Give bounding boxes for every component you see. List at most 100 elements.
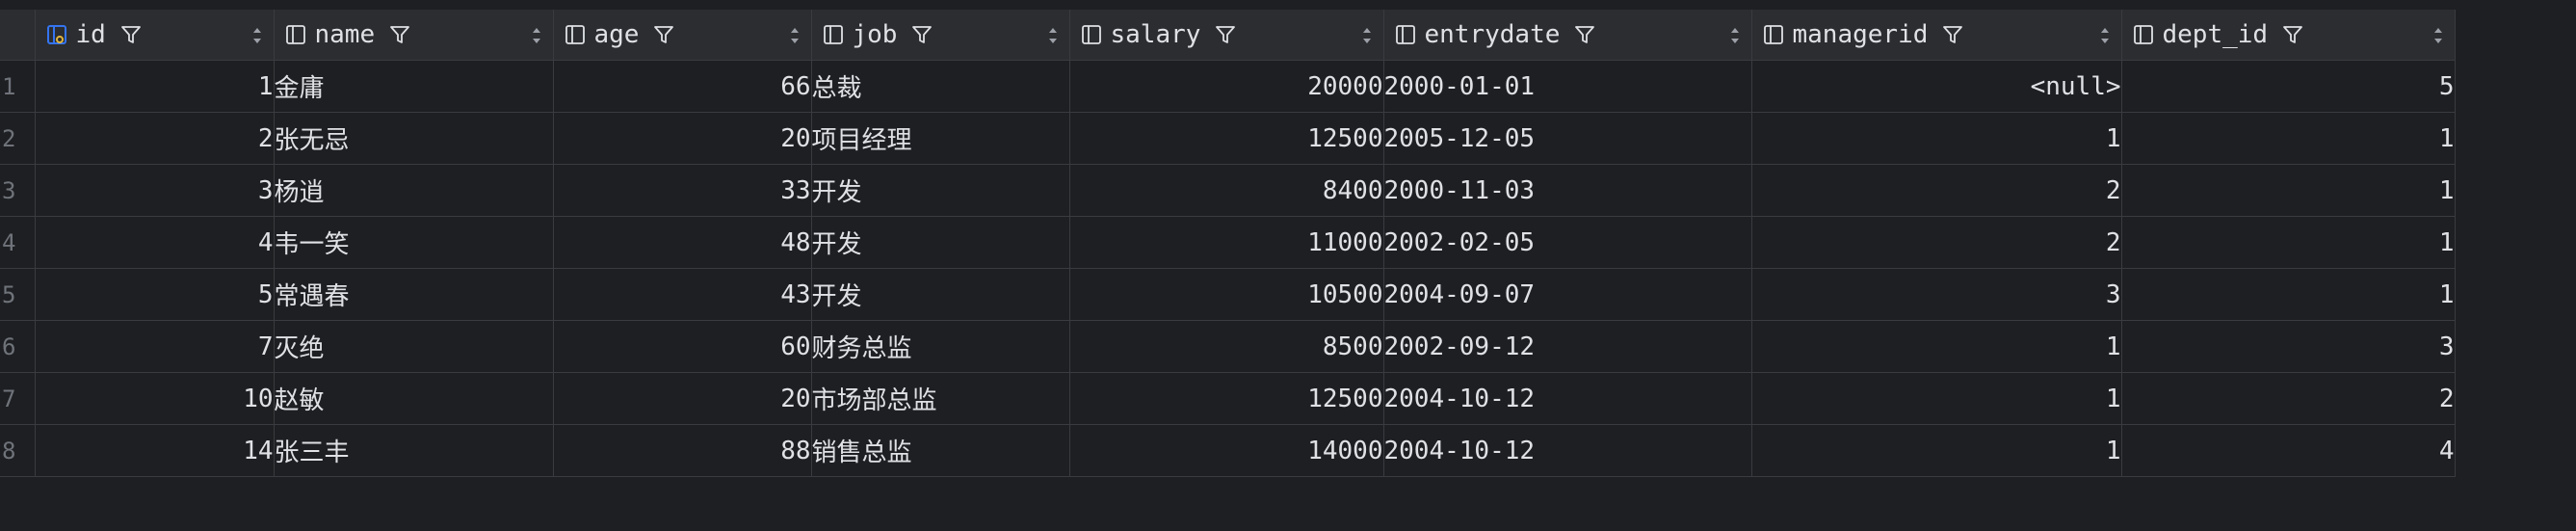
cell-managerid[interactable]: 1 xyxy=(1751,372,2122,425)
filter-icon[interactable] xyxy=(2281,23,2304,46)
row-number: 7 xyxy=(0,372,36,425)
cell-entrydate[interactable]: 2002-02-05 xyxy=(1383,216,1752,269)
table-row[interactable]: 7 10 赵敏 20 市场部总监 12500 2004-10-12 1 2 xyxy=(0,372,2456,425)
cell-entrydate[interactable]: 2005-12-05 xyxy=(1383,112,1752,165)
cell-entrydate[interactable]: 2004-09-07 xyxy=(1383,268,1752,321)
cell-id[interactable]: 1 xyxy=(35,60,275,113)
cell-job[interactable]: 总裁 xyxy=(811,60,1070,113)
cell-dept_id[interactable]: 1 xyxy=(2121,164,2456,217)
cell-salary[interactable]: 8500 xyxy=(1069,320,1384,373)
table-row[interactable]: 4 4 韦一笑 48 开发 11000 2002-02-05 2 1 xyxy=(0,216,2456,269)
cell-salary[interactable]: 11000 xyxy=(1069,216,1384,269)
column-header-name[interactable]: name xyxy=(274,10,554,61)
filter-icon[interactable] xyxy=(1214,23,1237,46)
cell-entrydate[interactable]: 2000-01-01 xyxy=(1383,60,1752,113)
cell-age[interactable]: 88 xyxy=(553,424,812,477)
cell-age[interactable]: 60 xyxy=(553,320,812,373)
cell-age[interactable]: 20 xyxy=(553,112,812,165)
cell-name[interactable]: 杨逍 xyxy=(274,164,554,217)
cell-age[interactable]: 43 xyxy=(553,268,812,321)
cell-job[interactable]: 销售总监 xyxy=(811,424,1070,477)
cell-age[interactable]: 66 xyxy=(553,60,812,113)
column-header-dept_id[interactable]: dept_id xyxy=(2121,10,2456,61)
column-header-job[interactable]: job xyxy=(811,10,1070,61)
table-row[interactable]: 6 7 灭绝 60 财务总监 8500 2002-09-12 1 3 xyxy=(0,320,2456,373)
cell-salary[interactable]: 14000 xyxy=(1069,424,1384,477)
sort-icon[interactable] xyxy=(788,24,802,45)
cell-age[interactable]: 20 xyxy=(553,372,812,425)
cell-age[interactable]: 48 xyxy=(553,216,812,269)
filter-icon[interactable] xyxy=(1573,23,1596,46)
column-header-id[interactable]: id xyxy=(35,10,275,61)
cell-name[interactable]: 张三丰 xyxy=(274,424,554,477)
cell-salary[interactable]: 8400 xyxy=(1069,164,1384,217)
cell-job[interactable]: 开发 xyxy=(811,268,1070,321)
sort-icon[interactable] xyxy=(2098,24,2112,45)
cell-id[interactable]: 5 xyxy=(35,268,275,321)
column-header-entrydate[interactable]: entrydate xyxy=(1383,10,1752,61)
filter-icon[interactable] xyxy=(119,23,143,46)
cell-dept_id[interactable]: 1 xyxy=(2121,216,2456,269)
cell-managerid[interactable]: 2 xyxy=(1751,164,2122,217)
cell-job[interactable]: 财务总监 xyxy=(811,320,1070,373)
sort-icon[interactable] xyxy=(1728,24,1742,45)
filter-icon[interactable] xyxy=(910,23,933,46)
cell-managerid[interactable]: 3 xyxy=(1751,268,2122,321)
filter-icon[interactable] xyxy=(1941,23,1964,46)
cell-name[interactable]: 灭绝 xyxy=(274,320,554,373)
cell-dept_id[interactable]: 4 xyxy=(2121,424,2456,477)
sort-icon[interactable] xyxy=(2431,24,2445,45)
table-row[interactable]: 3 3 杨逍 33 开发 8400 2000-11-03 2 1 xyxy=(0,164,2456,217)
cell-salary[interactable]: 10500 xyxy=(1069,268,1384,321)
row-number: 5 xyxy=(0,268,36,321)
table-row[interactable]: 2 2 张无忌 20 项目经理 12500 2005-12-05 1 1 xyxy=(0,112,2456,165)
cell-managerid[interactable]: <null> xyxy=(1751,60,2122,113)
table-row[interactable]: 1 1 金庸 66 总裁 20000 2000-01-01 <null> 5 xyxy=(0,60,2456,113)
cell-dept_id[interactable]: 5 xyxy=(2121,60,2456,113)
cell-name[interactable]: 赵敏 xyxy=(274,372,554,425)
cell-dept_id[interactable]: 2 xyxy=(2121,372,2456,425)
cell-entrydate[interactable]: 2000-11-03 xyxy=(1383,164,1752,217)
cell-id[interactable]: 10 xyxy=(35,372,275,425)
sort-icon[interactable] xyxy=(530,24,543,45)
cell-name[interactable]: 张无忌 xyxy=(274,112,554,165)
cell-id[interactable]: 14 xyxy=(35,424,275,477)
column-header-age[interactable]: age xyxy=(553,10,812,61)
sort-icon[interactable] xyxy=(250,24,264,45)
cell-dept_id[interactable]: 3 xyxy=(2121,320,2456,373)
cell-name[interactable]: 金庸 xyxy=(274,60,554,113)
cell-id[interactable]: 4 xyxy=(35,216,275,269)
cell-entrydate[interactable]: 2004-10-12 xyxy=(1383,372,1752,425)
cell-managerid[interactable]: 1 xyxy=(1751,320,2122,373)
cell-id[interactable]: 7 xyxy=(35,320,275,373)
cell-salary[interactable]: 12500 xyxy=(1069,372,1384,425)
cell-name[interactable]: 韦一笑 xyxy=(274,216,554,269)
sort-icon[interactable] xyxy=(1046,24,1060,45)
cell-job[interactable]: 项目经理 xyxy=(811,112,1070,165)
cell-job[interactable]: 开发 xyxy=(811,164,1070,217)
cell-dept_id[interactable]: 1 xyxy=(2121,268,2456,321)
filter-icon[interactable] xyxy=(652,23,675,46)
cell-job[interactable]: 开发 xyxy=(811,216,1070,269)
column-header-salary[interactable]: salary xyxy=(1069,10,1384,61)
cell-entrydate[interactable]: 2002-09-12 xyxy=(1383,320,1752,373)
filter-icon[interactable] xyxy=(388,23,411,46)
cell-name[interactable]: 常遇春 xyxy=(274,268,554,321)
table-row[interactable]: 5 5 常遇春 43 开发 10500 2004-09-07 3 1 xyxy=(0,268,2456,321)
cell-entrydate[interactable]: 2004-10-12 xyxy=(1383,424,1752,477)
table-body: 1 1 金庸 66 总裁 20000 2000-01-01 <null> 5 2 2 张无忌 20 项目经… xyxy=(0,60,2456,477)
column-header-label: job xyxy=(852,20,898,49)
table-row[interactable]: 8 14 张三丰 88 销售总监 14000 2004-10-12 1 4 xyxy=(0,424,2456,477)
cell-id[interactable]: 2 xyxy=(35,112,275,165)
column-header-managerid[interactable]: managerid xyxy=(1751,10,2122,61)
cell-managerid[interactable]: 2 xyxy=(1751,216,2122,269)
cell-managerid[interactable]: 1 xyxy=(1751,424,2122,477)
cell-salary[interactable]: 20000 xyxy=(1069,60,1384,113)
cell-age[interactable]: 33 xyxy=(553,164,812,217)
cell-dept_id[interactable]: 1 xyxy=(2121,112,2456,165)
sort-icon[interactable] xyxy=(1360,24,1374,45)
cell-managerid[interactable]: 1 xyxy=(1751,112,2122,165)
cell-salary[interactable]: 12500 xyxy=(1069,112,1384,165)
cell-id[interactable]: 3 xyxy=(35,164,275,217)
cell-job[interactable]: 市场部总监 xyxy=(811,372,1070,425)
